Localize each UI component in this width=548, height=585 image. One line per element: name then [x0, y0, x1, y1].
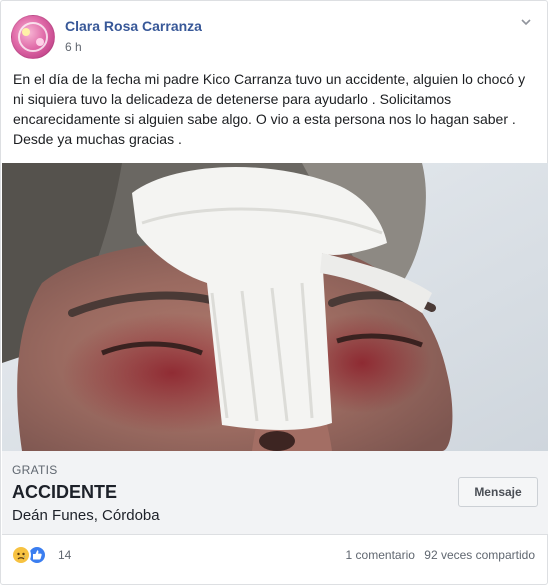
reaction-count[interactable]: 14 [58, 548, 71, 562]
listing-title[interactable]: ACCIDENTE [12, 482, 117, 503]
chevron-down-icon[interactable] [519, 15, 533, 32]
post-card: Clara Rosa Carranza 6 h En el día de la … [0, 0, 548, 585]
post-header: Clara Rosa Carranza 6 h [11, 13, 537, 59]
post-photo-image [2, 163, 548, 451]
share-count[interactable]: 92 veces compartido [424, 548, 535, 562]
engagement-summary: 1 comentario 92 veces compartido [346, 548, 535, 562]
post-photo[interactable] [2, 163, 548, 451]
sad-icon [11, 545, 31, 565]
marketplace-listing[interactable]: GRATIS ACCIDENTE Deán Funes, Córdoba Men… [2, 451, 548, 535]
comment-count[interactable]: 1 comentario [346, 548, 415, 562]
post-text: En el día de la fecha mi padre Kico Carr… [13, 71, 526, 147]
avatar[interactable] [11, 15, 55, 59]
author-name[interactable]: Clara Rosa Carranza [65, 18, 202, 34]
reactions[interactable] [11, 545, 55, 565]
listing-location: Deán Funes, Córdoba [12, 507, 160, 524]
post-time[interactable]: 6 h [65, 40, 82, 54]
post-footer: 14 1 comentario 92 veces compartido [11, 541, 535, 571]
message-button[interactable]: Mensaje [458, 477, 538, 507]
listing-price: GRATIS [12, 463, 58, 477]
